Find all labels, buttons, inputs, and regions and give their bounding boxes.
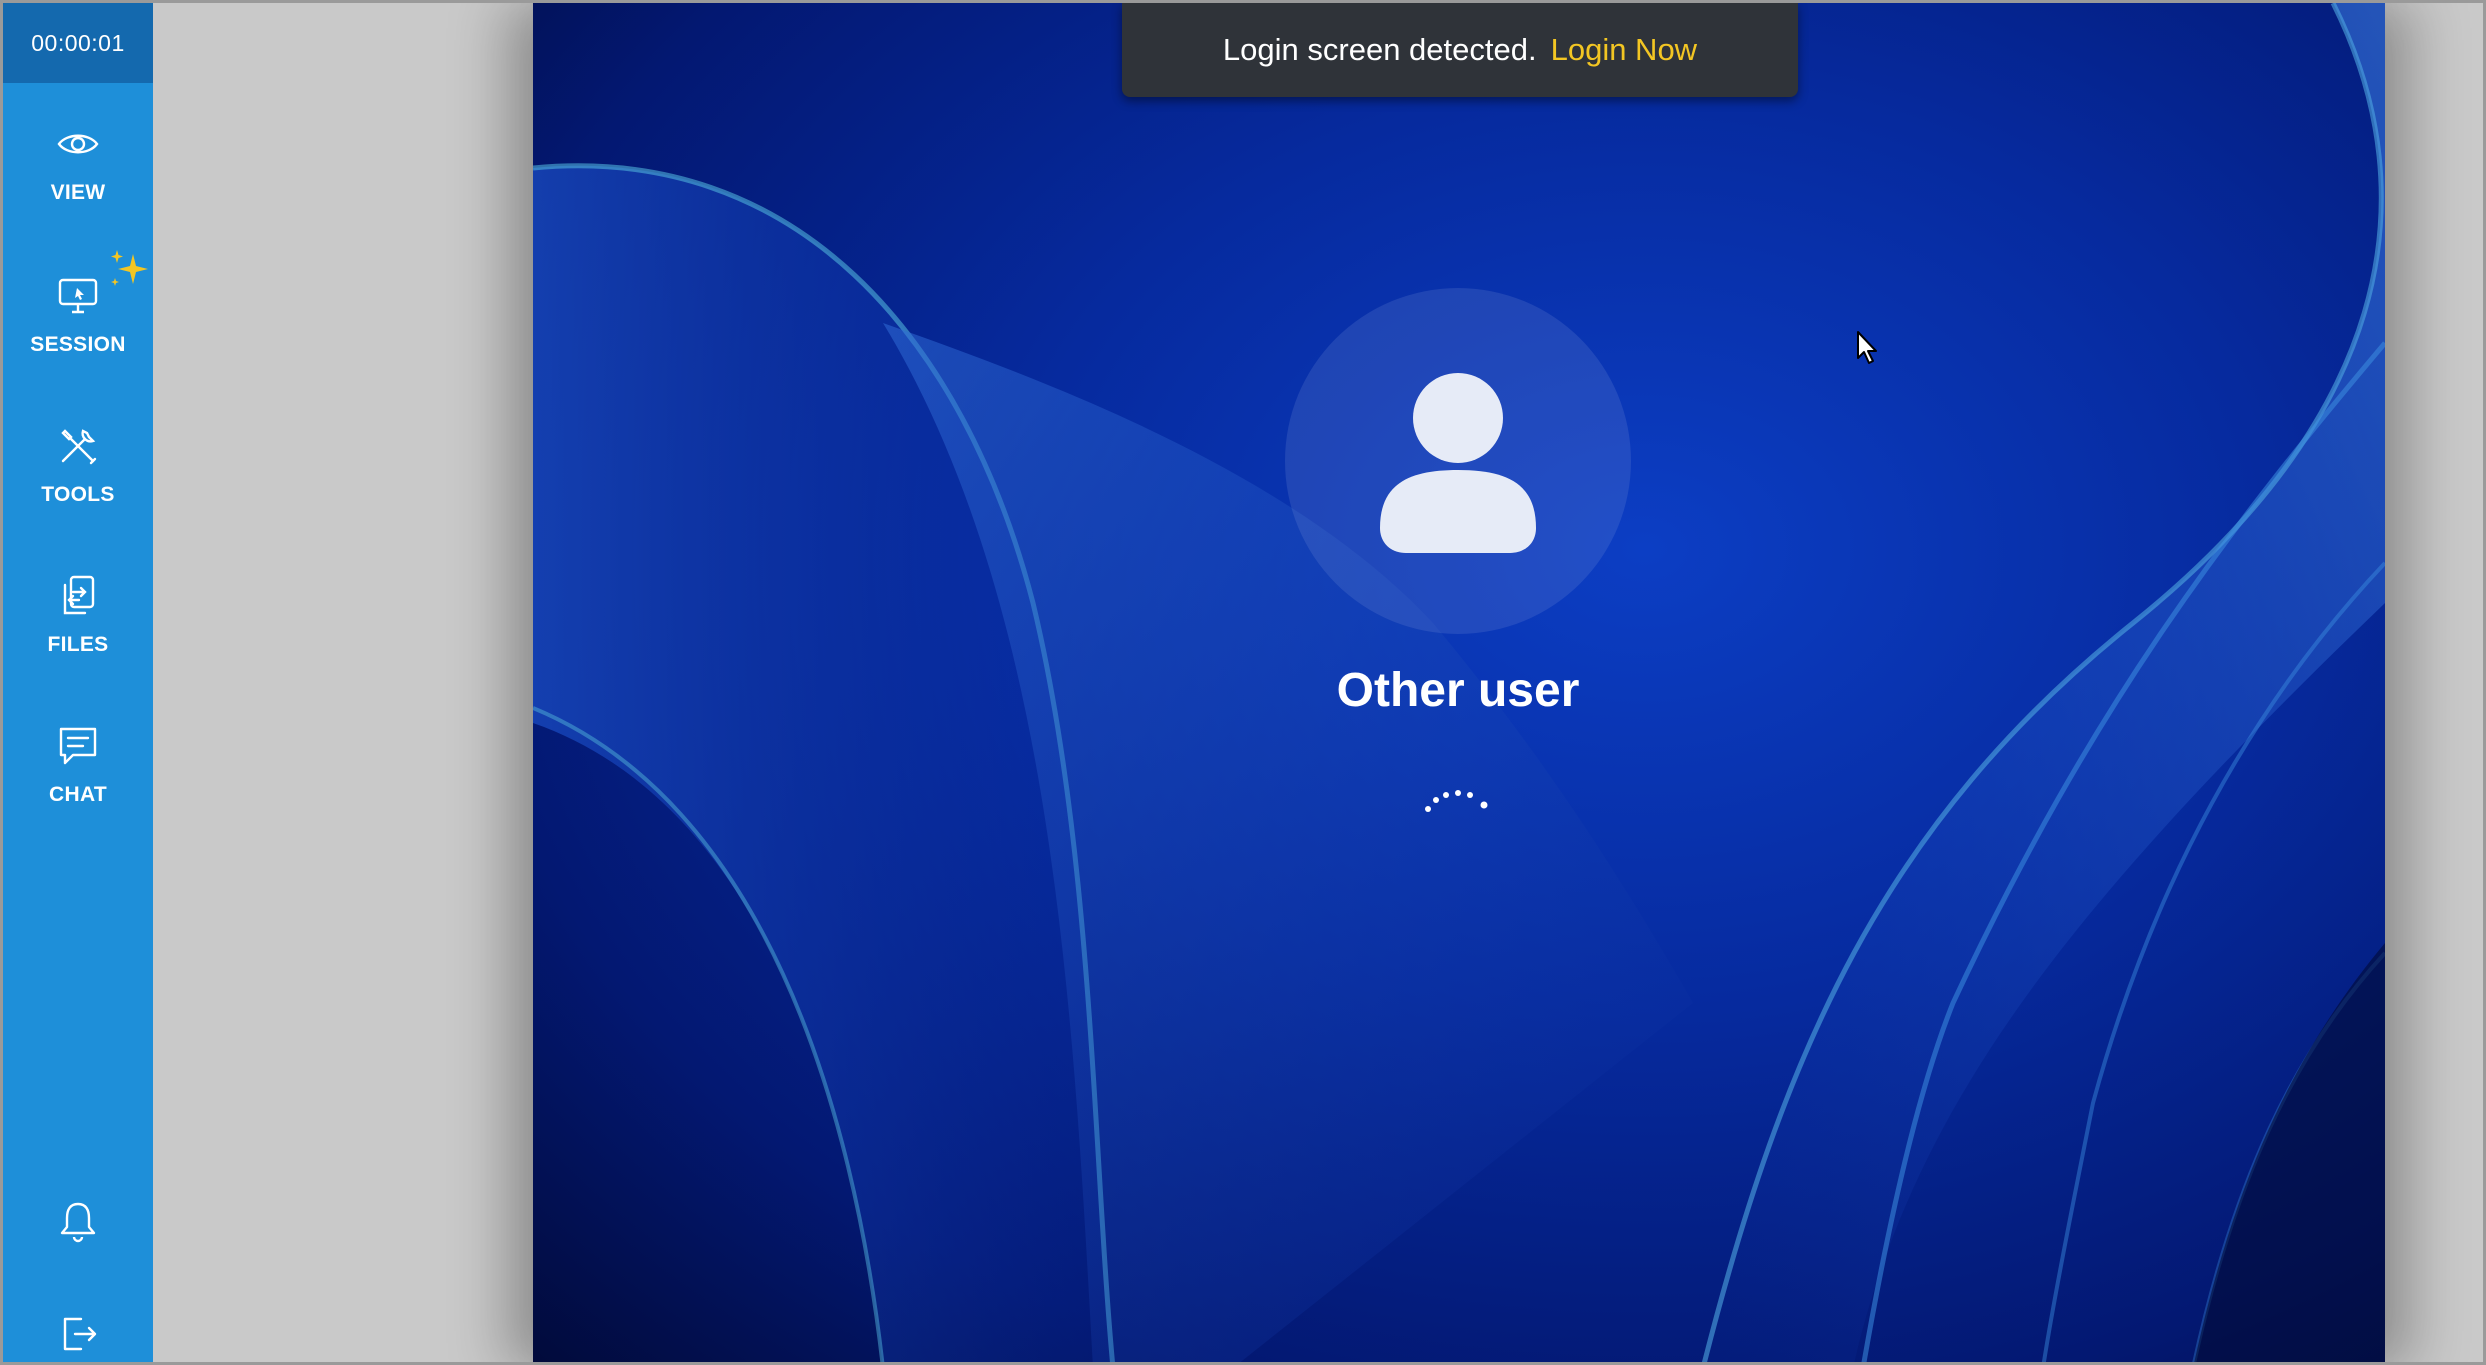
login-detected-toast: Login screen detected. Login Now bbox=[1122, 3, 1798, 97]
remote-support-window: 00:00:01 VIEW SESSION TOOLS FILES CHAT O… bbox=[0, 0, 2486, 1365]
user-icon bbox=[1380, 373, 1536, 553]
files-icon bbox=[63, 575, 95, 615]
remote-desktop-view[interactable]: Other user bbox=[533, 3, 2385, 1362]
mouse-cursor-icon bbox=[1857, 331, 1877, 364]
toast-message: Login screen detected. bbox=[1222, 32, 1537, 67]
bell-icon bbox=[60, 1202, 96, 1243]
monitor-icon bbox=[58, 278, 98, 314]
eye-icon bbox=[57, 134, 99, 154]
user-avatar bbox=[1285, 288, 1631, 634]
sidebar-item-tools[interactable]: TOOLS bbox=[3, 423, 153, 507]
sidebar-item-label: VIEW bbox=[50, 181, 106, 204]
sidebar-item-label: TOOLS bbox=[41, 483, 115, 506]
chat-icon bbox=[59, 727, 97, 765]
sidebar-item-label: SESSION bbox=[30, 333, 126, 356]
sparkle-icon bbox=[111, 250, 148, 286]
sidebar-item-files[interactable]: FILES bbox=[3, 573, 153, 657]
login-now-link[interactable]: Login Now bbox=[1551, 32, 1697, 68]
sidebar-item-view[interactable]: VIEW bbox=[3, 121, 153, 205]
logout-button[interactable] bbox=[3, 1311, 153, 1357]
login-username: Other user bbox=[1336, 664, 1580, 717]
logout-icon bbox=[63, 1317, 97, 1351]
sidebar-item-chat[interactable]: CHAT bbox=[3, 723, 153, 807]
notifications-button[interactable] bbox=[3, 1198, 153, 1244]
sidebar-item-label: CHAT bbox=[49, 783, 107, 806]
session-timer: 00:00:01 bbox=[3, 3, 153, 83]
sidebar: 00:00:01 VIEW SESSION TOOLS FILES CHAT bbox=[3, 3, 153, 1362]
sidebar-item-label: FILES bbox=[47, 633, 109, 656]
tools-icon bbox=[61, 429, 97, 465]
loading-spinner-icon bbox=[1425, 790, 1488, 812]
